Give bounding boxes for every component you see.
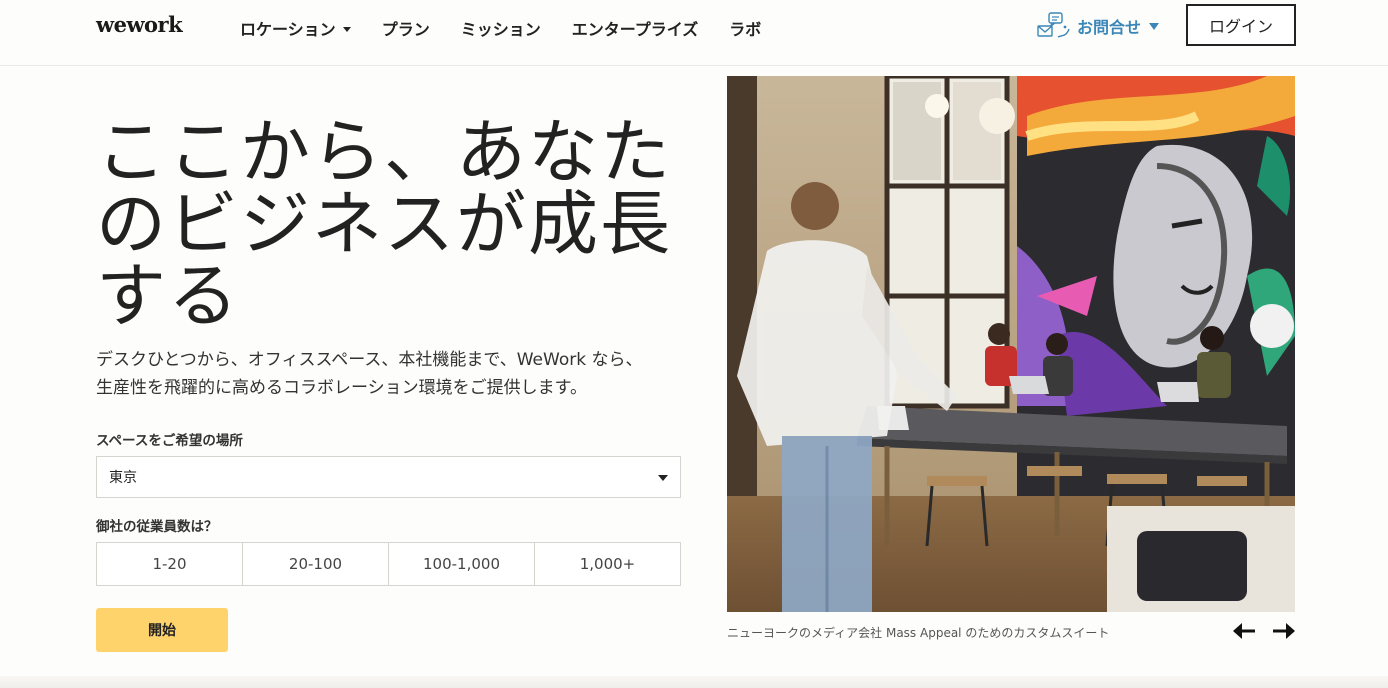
nav-plans-label: プラン — [381, 20, 430, 39]
nav-labs[interactable]: ラボ — [729, 16, 761, 40]
nav-mission[interactable]: ミッション — [461, 16, 541, 40]
chevron-down-icon — [1149, 22, 1160, 30]
hero-subtext: デスクひとつから、オフィススペース、本社機能まで、WeWork なら、 生産性を… — [96, 346, 696, 402]
employee-option-100-1000[interactable]: 100-1,000 — [389, 543, 535, 585]
nav-plans[interactable]: プラン — [382, 16, 430, 40]
coworking-photo-illustration — [727, 76, 1295, 612]
employee-option-1-20[interactable]: 1-20 — [97, 543, 243, 585]
wework-logo[interactable]: wework — [96, 12, 183, 37]
nav-enterprise-label: エンタープライズ — [571, 20, 699, 39]
employees-label: 御社の従業員数は？ — [96, 519, 218, 535]
nav-locations[interactable]: ロケーション — [240, 16, 351, 40]
employee-option-20-100[interactable]: 20-100 — [243, 543, 389, 585]
section-divider — [0, 676, 1388, 688]
location-label: スペースをご希望の場所 — [96, 433, 243, 449]
login-button[interactable]: ログイン — [1186, 4, 1296, 46]
hero-photo — [727, 76, 1295, 612]
chevron-down-icon — [658, 475, 668, 481]
nav-mission-label: ミッション — [460, 20, 541, 39]
main-nav: ロケーション プラン ミッション エンタープライズ ラボ — [240, 0, 792, 56]
location-select-value: 東京 — [109, 470, 137, 486]
hero-subtext-line1: デスクひとつから、オフィススペース、本社機能まで、WeWork なら、 — [96, 350, 643, 370]
chevron-down-icon — [342, 26, 351, 32]
arrow-right-icon[interactable] — [1271, 621, 1297, 641]
start-button[interactable]: 開始 — [96, 608, 228, 652]
employee-count-selector: 1-20 20-100 100-1,000 1,000+ — [96, 542, 681, 586]
arrow-left-icon[interactable] — [1231, 621, 1257, 641]
nav-enterprise[interactable]: エンタープライズ — [572, 16, 699, 40]
hero-headline: ここから、あなたのビジネスが成長する — [96, 111, 672, 337]
nav-locations-label: ロケーション — [240, 20, 336, 39]
contact-dropdown[interactable]: お問合せ — [1036, 10, 1160, 42]
hero-subtext-line2: 生産性を飛躍的に高めるコラボレーション環境をご提供します。 — [96, 378, 587, 398]
contact-chat-icon — [1037, 12, 1070, 38]
nav-labs-label: ラボ — [729, 20, 762, 39]
employee-option-1000-plus[interactable]: 1,000+ — [535, 543, 680, 585]
photo-caption: ニューヨークのメディア会社 Mass Appeal のためのカスタムスイート — [727, 626, 1110, 640]
site-header: wework ロケーション プラン ミッション エンタープライズ ラボ お問合せ… — [0, 0, 1388, 66]
location-select[interactable]: 東京 — [96, 456, 681, 498]
contact-label: お問合せ — [1077, 18, 1142, 37]
